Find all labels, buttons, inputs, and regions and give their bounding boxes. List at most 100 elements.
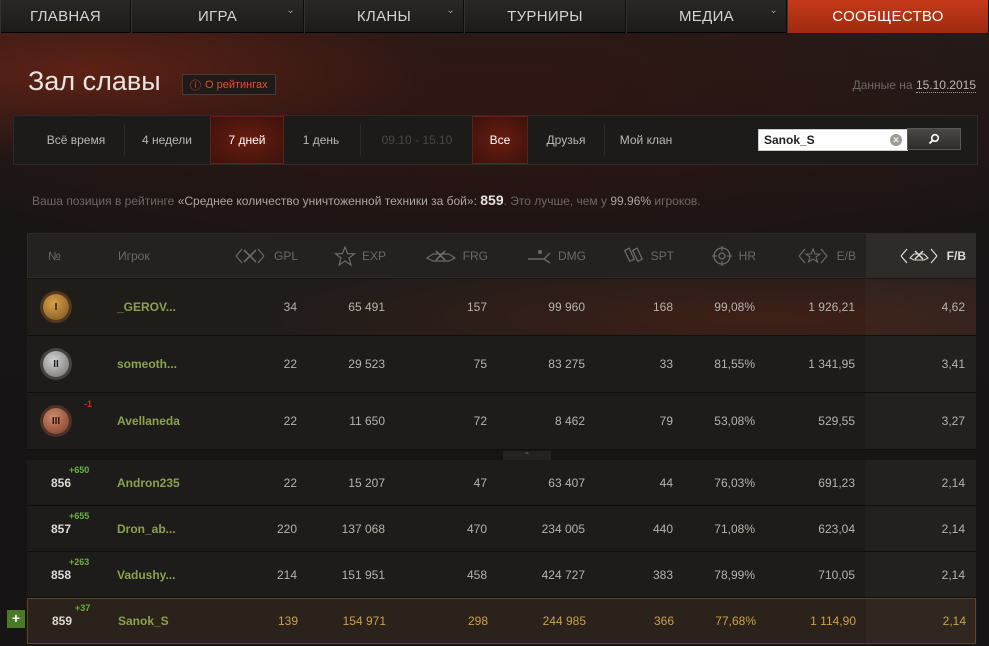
period-4-weeks[interactable]: 4 недели [126,116,208,164]
cell-dmg: 8 462 [554,414,585,428]
cell-frg: 458 [466,567,487,582]
chevron-up-icon: ⌃ [523,451,531,460]
cell-hr: 81,55% [714,357,755,371]
table-row-self[interactable]: 859 +37 Sanok_S 139 154 971 298 244 985 … [27,598,976,644]
player-name[interactable]: Sanok_S [118,599,228,643]
about-ratings-link[interactable]: ⓘ О рейтингах [182,74,276,95]
gold-medal-icon: I [43,294,69,320]
cell-dmg: 63 407 [548,475,585,490]
cell-dmg: 244 985 [542,614,586,628]
nav-item-main[interactable]: Главная [0,0,131,33]
cell-eb: 1 341,95 [808,357,855,371]
cell-fb: 2,14 [941,567,965,582]
table-row[interactable]: I _GEROV... 34 65 491 157 99 960 168 99,… [27,279,976,336]
table-row[interactable]: III -1 Avellaneda 22 11 650 72 8 462 79 … [27,393,976,450]
medal-rank: II [53,358,59,370]
cell-spt: 383 [652,567,673,582]
rank-change-badge: +263 [69,557,90,567]
medal-rank: III [51,415,61,427]
period-1-day[interactable]: 1 день [286,116,356,164]
player-search-input[interactable] [764,131,884,149]
cell-exp: 11 650 [349,414,385,428]
col-header-label: EXP [361,248,386,263]
cell-exp: 154 971 [342,614,386,628]
table-row[interactable]: 858 +263 Vadushy... 214 151 951 458 424 … [27,552,976,598]
rank-change-badge: +37 [75,603,91,613]
cell-eb: 1 926,21 [808,300,855,314]
player-name[interactable]: _GEROV... [117,279,227,335]
position-percent: 99.96% [610,194,652,208]
col-header-player[interactable]: Игрок [118,234,228,277]
table-row[interactable]: II someoth... 22 29 523 75 83 275 33 81,… [27,336,976,393]
col-header-spt[interactable]: SPT [598,234,674,277]
cell-gpl: 214 [276,567,297,582]
period-7-days[interactable]: 7 дней [210,116,284,164]
player-name[interactable]: Andron235 [117,460,227,505]
exp-per-battle-icon [798,247,828,263]
col-header-fb[interactable]: F/B [866,234,976,277]
scope-all[interactable]: Все [472,116,528,164]
cell-exp: 65 491 [348,300,385,314]
cell-frg: 157 [466,300,487,314]
col-header-dmg[interactable]: DMG [498,234,586,277]
cell-hr: 76,03% [714,475,755,490]
chevron-down-icon[interactable]: ⌄ [446,5,455,16]
nav-item-media[interactable]: Медиа ⌄ [626,0,787,33]
scope-my-clan[interactable]: Мой клан [606,116,686,164]
col-header-label: HR [738,248,756,263]
player-search: ✕ [758,129,908,151]
chevron-down-icon[interactable]: ⌄ [286,5,295,16]
add-friend-button[interactable]: + [7,610,25,628]
period-all-time[interactable]: Всё время [30,116,122,164]
cell-hr: 99,08% [714,300,755,314]
cell-exp: 137 068 [341,521,385,536]
rating-position-line: Ваша позиция в рейтинге «Среднее количес… [32,192,701,208]
player-name[interactable]: Avellaneda [117,393,227,449]
col-header-frg[interactable]: FRG [398,234,488,277]
chevron-down-icon[interactable]: ⌄ [769,5,778,16]
cell-gpl: 220 [276,521,297,536]
cell-fb: 3,41 [941,357,965,371]
player-name[interactable]: someoth... [117,336,227,392]
nav-item-community[interactable]: Сообщество [787,0,989,33]
cell-spt: 440 [652,521,673,536]
table-row[interactable]: 857 +655 Dron_ab... 220 137 068 470 234 … [27,506,976,552]
col-header-exp[interactable]: EXP [308,234,386,277]
col-header-gpl[interactable]: GPL [228,234,298,277]
data-date-label: Данные на 15.10.2015 [853,78,976,93]
search-button[interactable] [907,128,961,150]
info-icon: ⓘ [190,79,201,92]
cell-eb: 710,05 [818,567,855,582]
cell-hr: 77,68% [715,614,756,628]
nav-item-game[interactable]: Игра ⌄ [131,0,304,33]
nav-item-clans[interactable]: Кланы ⌄ [304,0,464,33]
col-header-label: Игрок [118,248,150,263]
col-header-hr[interactable]: HR [688,234,756,277]
position-suffix: игроков. [654,194,701,208]
data-date-value[interactable]: 15.10.2015 [915,78,976,93]
binoculars-icon [623,246,643,262]
player-name[interactable]: Vadushy... [117,552,227,597]
col-header-label: E/B [836,248,856,263]
nav-item-tournaments[interactable]: Турниры [464,0,626,33]
position-prefix: Ваша позиция в рейтинге [32,194,175,208]
col-header-eb[interactable]: E/B [768,234,856,277]
cell-fb: 3,27 [941,414,965,428]
player-name[interactable]: Dron_ab... [117,506,227,551]
cell-exp: 29 523 [348,357,385,371]
star-icon [333,245,356,266]
cell-hr: 78,99% [714,567,755,582]
cell-gpl: 34 [283,300,297,314]
cell-fb: 4,62 [941,300,965,314]
divider [124,124,125,156]
position-rank: 859 [480,192,504,208]
table-row[interactable]: 856 +650 Andron235 22 15 207 47 63 407 4… [27,460,976,506]
scope-friends[interactable]: Друзья [532,116,600,164]
nav-label: Сообщество [832,8,944,25]
cell-dmg: 424 727 [541,567,585,582]
collapse-toggle[interactable]: ⌃ [503,451,551,460]
cell-frg: 75 [473,357,487,371]
clear-icon[interactable]: ✕ [890,134,902,146]
col-header-num[interactable]: № [48,234,88,277]
cell-dmg: 83 275 [548,357,585,371]
